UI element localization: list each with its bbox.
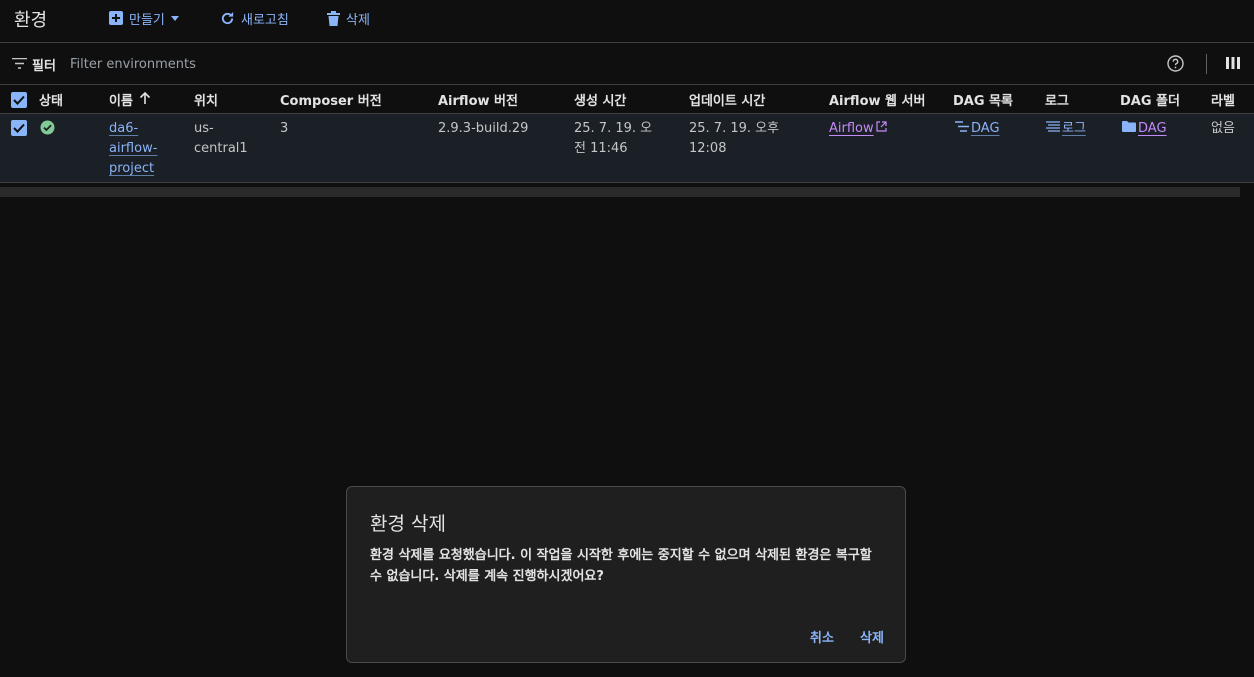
updated-time-cell: 25. 7. 19. 오후 12:08 — [689, 121, 780, 156]
column-display-icon[interactable] — [1226, 57, 1240, 73]
column-header-dag-list[interactable]: DAG 목록 — [953, 90, 1013, 109]
dialog-cancel-button[interactable]: 취소 — [810, 627, 834, 646]
dag-list-label: DAG — [971, 121, 1000, 136]
column-header-airflow-version[interactable]: Airflow 버전 — [438, 90, 518, 109]
column-header-updated[interactable]: 업데이트 시간 — [689, 90, 765, 109]
logs-label: 로그 — [1062, 121, 1086, 136]
dag-list-icon — [955, 119, 969, 139]
column-header-dag-folder[interactable]: DAG 폴더 — [1120, 90, 1180, 109]
refresh-icon — [220, 11, 235, 26]
delete-environment-dialog: 환경 삭제 환경 삭제를 요청했습니다. 이 작업을 시작한 후에는 중지할 수… — [346, 486, 906, 663]
dropdown-arrow-icon — [170, 15, 179, 21]
delete-button-label: 삭제 — [346, 12, 370, 28]
filter-label: 필터 — [32, 59, 56, 74]
page-title: 환경 — [14, 10, 48, 31]
column-header-labels[interactable]: 라벨 — [1211, 90, 1235, 109]
help-icon[interactable] — [1167, 55, 1184, 76]
logs-link[interactable]: 로그 — [1046, 119, 1086, 139]
column-header-composer-version[interactable]: Composer 버전 — [280, 90, 382, 109]
logs-list-icon — [1046, 119, 1060, 139]
filter-input[interactable] — [70, 53, 470, 75]
column-header-status[interactable]: 상태 — [39, 90, 63, 109]
row-checkbox[interactable] — [11, 120, 27, 136]
column-header-created[interactable]: 생성 시간 — [574, 90, 626, 109]
refresh-button[interactable]: 새로고침 — [220, 8, 289, 28]
table-row[interactable]: da6- airflow- project us- central1 3 2.9… — [0, 114, 1254, 183]
horizontal-scrollbar[interactable] — [0, 187, 1240, 197]
status-ok-icon — [40, 120, 55, 142]
airflow-version-cell: 2.9.3-build.29 — [438, 121, 529, 136]
labels-cell: 없음 — [1211, 121, 1235, 136]
column-header-webserver[interactable]: Airflow 웹 서버 — [829, 90, 925, 109]
refresh-button-label: 새로고침 — [241, 12, 289, 28]
dag-list-link[interactable]: DAG — [955, 119, 1000, 139]
created-time-cell: 25. 7. 19. 오전 11:46 — [574, 121, 653, 156]
dag-folder-label: DAG — [1138, 121, 1167, 136]
filter-icon[interactable] — [12, 57, 27, 73]
top-toolbar: 환경 만들기 새로고침 삭제 — [0, 0, 1254, 43]
airflow-webserver-link[interactable]: Airflow — [829, 119, 887, 139]
location-cell: us- central1 — [194, 119, 254, 159]
column-header-name-label: 이름 — [109, 94, 133, 109]
toolbar-divider — [1206, 54, 1207, 74]
dialog-title: 환경 삭제 — [370, 513, 446, 535]
dialog-delete-button[interactable]: 삭제 — [860, 627, 884, 646]
column-header-logs[interactable]: 로그 — [1045, 90, 1069, 109]
sort-ascending-icon — [139, 91, 151, 109]
delete-button[interactable]: 삭제 — [327, 8, 370, 28]
dag-folder-link[interactable]: DAG — [1122, 119, 1167, 139]
folder-icon — [1122, 119, 1136, 139]
filter-bar: 필터 — [0, 43, 1254, 85]
create-button[interactable]: 만들기 — [109, 8, 179, 28]
environment-name-part: da6- — [109, 121, 139, 136]
location-part: us- — [194, 121, 214, 136]
column-header-name[interactable]: 이름 — [109, 90, 151, 109]
add-box-icon — [109, 11, 123, 25]
dialog-message: 환경 삭제를 요청했습니다. 이 작업을 시작한 후에는 중지할 수 없으며 삭… — [370, 548, 872, 584]
select-all-checkbox[interactable] — [11, 92, 27, 108]
column-header-location[interactable]: 위치 — [194, 90, 218, 109]
table-header: 상태 이름 위치 Composer 버전 Airflow 버전 생성 시간 업데… — [0, 85, 1254, 114]
environment-name-link[interactable]: da6- airflow- project — [109, 119, 169, 179]
airflow-webserver-label: Airflow — [829, 121, 874, 136]
trash-icon — [327, 10, 340, 26]
open-in-new-icon — [876, 119, 887, 139]
environment-name-part: project — [109, 161, 155, 176]
environment-name-part: airflow- — [109, 141, 158, 156]
composer-version-cell: 3 — [280, 121, 289, 136]
create-button-label: 만들기 — [129, 12, 165, 28]
location-part: central1 — [194, 141, 248, 156]
